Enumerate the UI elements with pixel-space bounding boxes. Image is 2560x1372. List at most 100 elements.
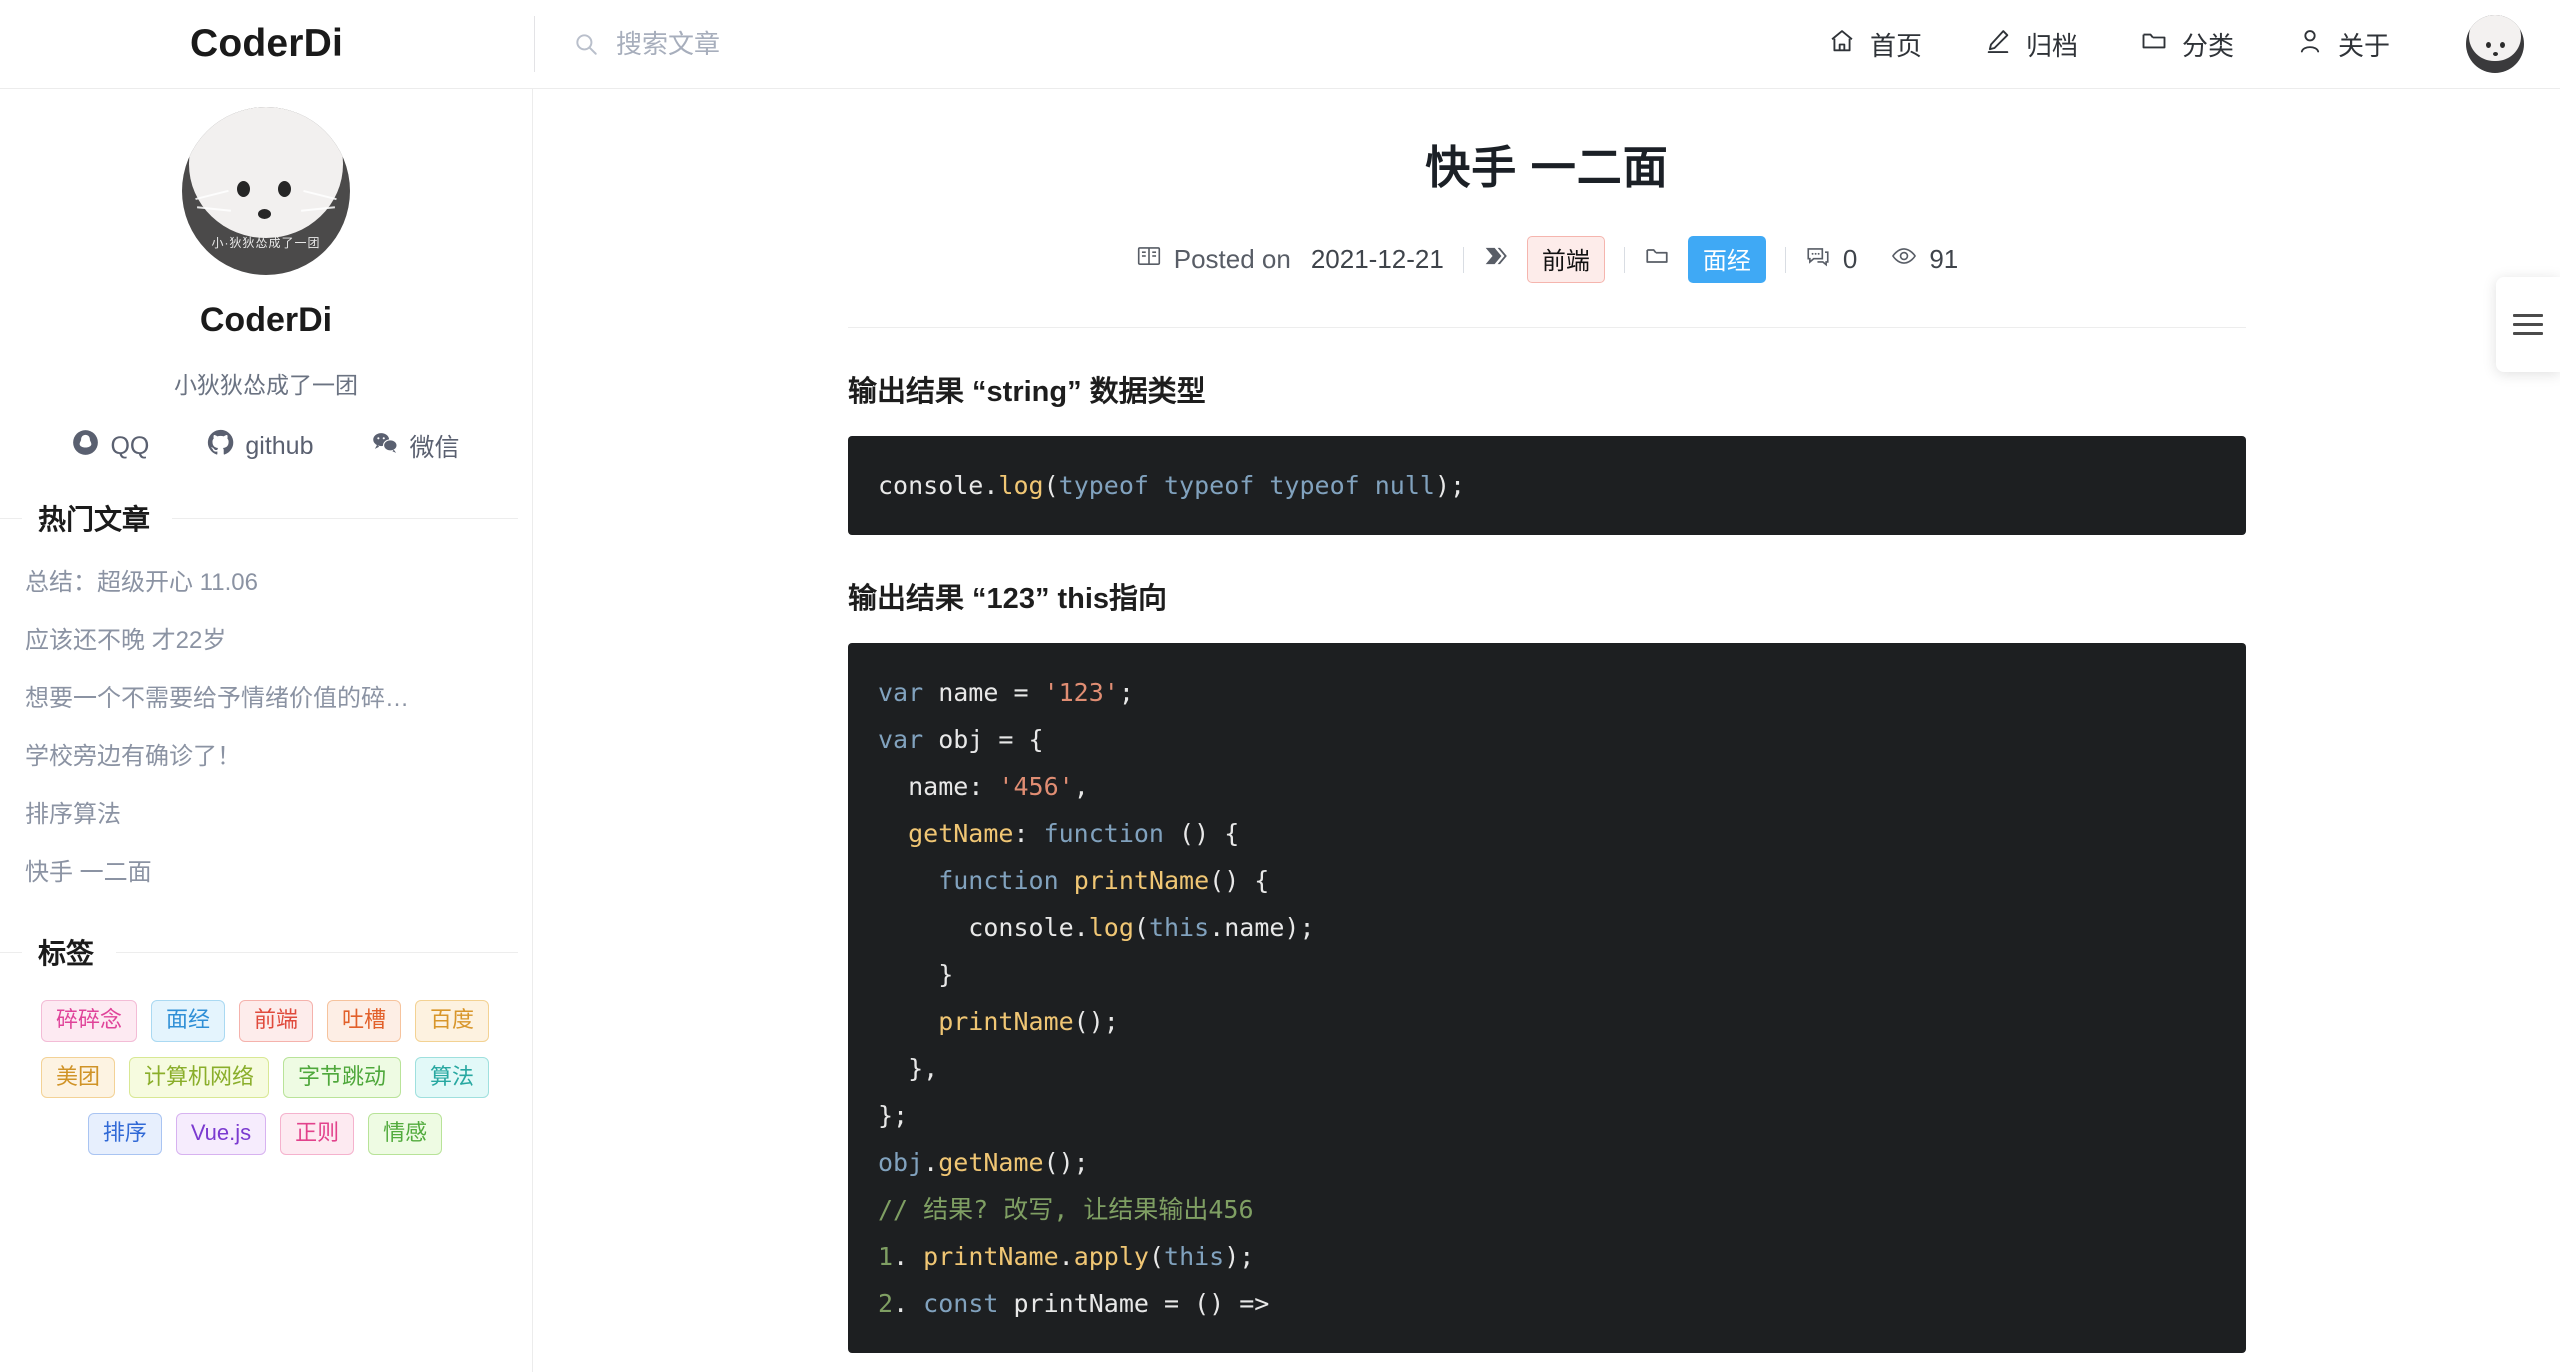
- tag-chip[interactable]: 吐槽: [327, 1000, 401, 1042]
- code-block[interactable]: var name = '123'; var obj = { name: '456…: [848, 643, 2246, 1353]
- posted-on-label: Posted on: [1174, 244, 1291, 275]
- social-link-wechat[interactable]: 微信: [372, 428, 460, 464]
- list-item[interactable]: 总结：超级开心 11.06: [25, 554, 516, 612]
- tag-chip[interactable]: 排序: [88, 1113, 162, 1155]
- tag-chip[interactable]: 百度: [415, 1000, 489, 1042]
- code-token: 2: [878, 1289, 893, 1318]
- code-token: ();: [1044, 1148, 1089, 1177]
- list-item[interactable]: 想要一个不需要给予情绪价值的碎…: [25, 670, 516, 728]
- tag-chip[interactable]: 美团: [41, 1057, 115, 1099]
- code-token: );: [1435, 471, 1465, 500]
- toc-toggle-button[interactable]: [2496, 277, 2560, 372]
- code-token: // 结果? 改写, 让结果输出456: [878, 1195, 1254, 1224]
- tag-chip[interactable]: 算法: [415, 1057, 489, 1099]
- home-icon: [1828, 27, 1856, 62]
- article-category-badge[interactable]: 面经: [1688, 236, 1766, 283]
- divider-right: [116, 952, 518, 953]
- list-item[interactable]: 学校旁边有确诊了！: [25, 728, 516, 786]
- code-token: getName: [878, 819, 1013, 848]
- code-token: () {: [1209, 866, 1269, 895]
- social-link-github[interactable]: github: [207, 429, 313, 463]
- code-token: };: [878, 1101, 908, 1130]
- code-token: :: [968, 772, 998, 801]
- user-avatar[interactable]: [2466, 15, 2524, 73]
- code-token: ();: [1074, 1007, 1119, 1036]
- code-block[interactable]: console.log(typeof typeof typeof null);: [848, 436, 2246, 535]
- post-date-value: 2021-12-21: [1311, 244, 1444, 275]
- avatar-caption: 小·狄狄怂成了一团: [182, 234, 350, 251]
- code-token: printName = () =>: [998, 1289, 1269, 1318]
- primary-navigation: 首页 归档 分类 关于: [1828, 15, 2560, 73]
- hot-articles-section-header: 热门文章: [0, 498, 532, 538]
- list-item[interactable]: 应该还不晚 才22岁: [25, 612, 516, 670]
- list-item[interactable]: 排序算法: [25, 786, 516, 844]
- meta-divider: [1785, 247, 1786, 273]
- profile-bio: 小狄狄怂成了一团: [0, 366, 532, 400]
- tag-chip[interactable]: 正则: [280, 1113, 354, 1155]
- hot-articles-list: 总结：超级开心 11.06 应该还不晚 才22岁 想要一个不需要给予情绪价值的碎…: [0, 554, 532, 902]
- hamburger-icon: [2513, 308, 2543, 341]
- nav-item-home[interactable]: 首页: [1828, 26, 1922, 63]
- social-label-wechat: 微信: [410, 428, 460, 464]
- top-header-bar: CoderDi 首页 归档: [0, 0, 2560, 89]
- social-links: QQ github 微信: [0, 428, 532, 464]
- tag-icon: [1483, 243, 1509, 276]
- tags-section-header: 标签: [0, 932, 532, 972]
- nav-item-about[interactable]: 关于: [2296, 26, 2390, 63]
- article-tag-group: 前端: [1483, 236, 1605, 283]
- tag-chip[interactable]: Vue.js: [176, 1113, 266, 1155]
- avatar-image: [2466, 15, 2524, 73]
- code-token: .: [1059, 1242, 1074, 1271]
- main-content: 快手 一二面 Posted on 2021-12-21: [534, 89, 2560, 1372]
- tag-chip[interactable]: 面经: [151, 1000, 225, 1042]
- article: 快手 一二面 Posted on 2021-12-21: [848, 89, 2246, 283]
- article-meta-divider: [848, 327, 2246, 328]
- profile-avatar[interactable]: 小·狄狄怂成了一团: [182, 107, 350, 275]
- nav-item-categories[interactable]: 分类: [2140, 26, 2234, 63]
- comment-count-value: 0: [1843, 244, 1857, 275]
- code-token: .: [923, 1148, 938, 1177]
- meta-divider: [1624, 247, 1625, 273]
- code-token: ,: [1074, 772, 1089, 801]
- code-token: apply: [1074, 1242, 1149, 1271]
- code-token: getName: [938, 1148, 1043, 1177]
- tag-chip[interactable]: 碎碎念: [41, 1000, 137, 1042]
- article-tag-badge[interactable]: 前端: [1527, 236, 1605, 283]
- posted-date: Posted on 2021-12-21: [1136, 243, 1444, 276]
- section-heading: 输出结果 “string” 数据类型: [848, 368, 2246, 410]
- view-count: 91: [1891, 243, 1958, 276]
- code-token: function: [878, 866, 1059, 895]
- nav-label-about: 关于: [2338, 26, 2390, 63]
- tag-chip[interactable]: 计算机网络: [129, 1057, 269, 1099]
- meta-divider: [1463, 247, 1464, 273]
- social-link-qq[interactable]: QQ: [72, 429, 149, 463]
- code-token: () {: [1164, 819, 1239, 848]
- section-heading: 输出结果 “123” this指向: [848, 575, 2246, 617]
- github-icon: [207, 429, 234, 463]
- article-body: 输出结果 “string” 数据类型 console.log(typeof ty…: [848, 368, 2246, 1372]
- list-item[interactable]: 快手 一二面: [25, 844, 516, 902]
- site-brand-title[interactable]: CoderDi: [0, 22, 533, 66]
- code-token: '123': [1044, 678, 1119, 707]
- code-token: },: [878, 1054, 938, 1083]
- code-token: function: [1044, 819, 1164, 848]
- code-token: obj = {: [923, 725, 1043, 754]
- code-token: .: [1074, 913, 1089, 942]
- article-meta: Posted on 2021-12-21 前端: [848, 236, 2246, 283]
- tags-title: 标签: [38, 932, 94, 972]
- article-category-group: 面经: [1644, 236, 1766, 283]
- tag-chip[interactable]: 情感: [368, 1113, 442, 1155]
- sidebar: 小·狄狄怂成了一团 CoderDi 小狄狄怂成了一团 QQ github: [0, 89, 533, 1372]
- code-token: name: [878, 772, 968, 801]
- social-label-qq: QQ: [110, 432, 149, 461]
- code-token: '456': [998, 772, 1073, 801]
- tag-chip[interactable]: 前端: [239, 1000, 313, 1042]
- nav-label-categories: 分类: [2182, 26, 2234, 63]
- comment-count[interactable]: 0: [1805, 243, 1857, 276]
- nav-item-archive[interactable]: 归档: [1984, 26, 2078, 63]
- search-box[interactable]: [534, 16, 1036, 72]
- tag-cloud: 碎碎念面经前端吐槽百度美团计算机网络字节跳动算法排序 Vue.js 正则情感: [0, 1000, 532, 1155]
- divider-left: [0, 952, 22, 953]
- search-input[interactable]: [616, 29, 1036, 60]
- tag-chip[interactable]: 字节跳动: [283, 1057, 401, 1099]
